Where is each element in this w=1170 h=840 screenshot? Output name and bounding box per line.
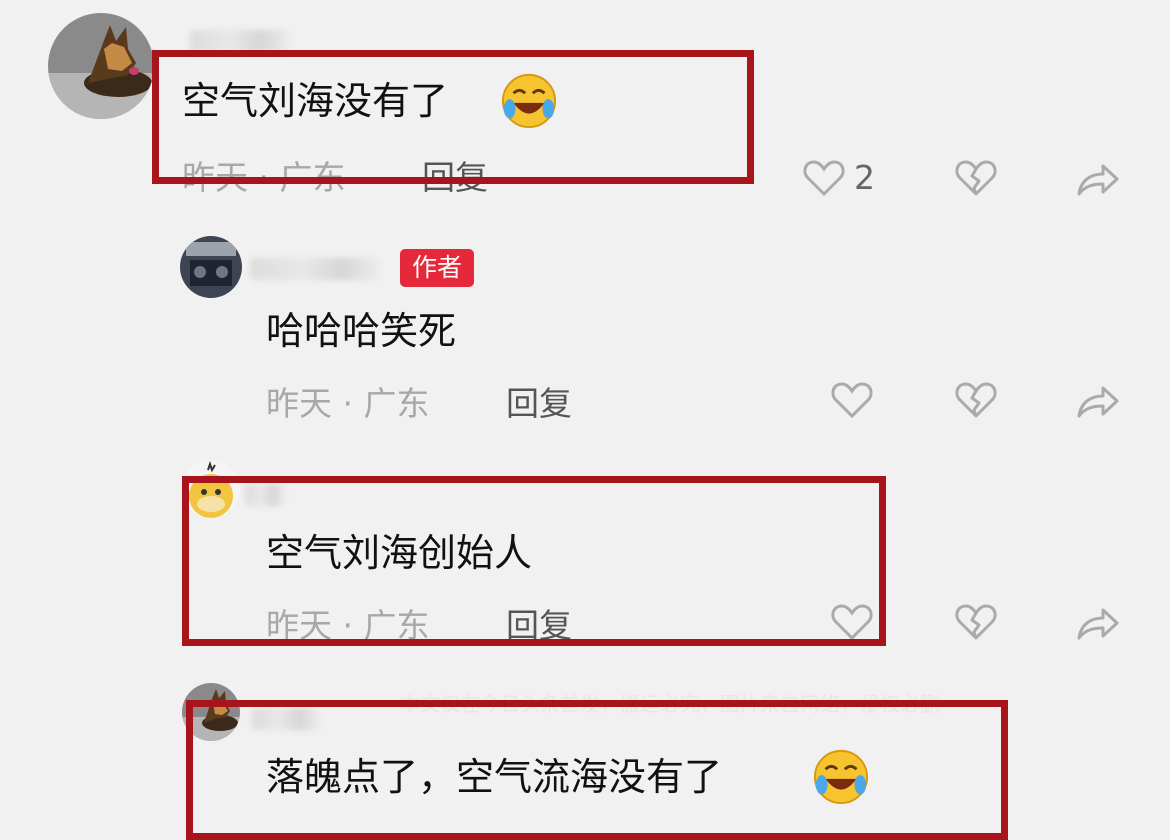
- highlight-box: [152, 50, 754, 184]
- author-badge: 作者: [400, 249, 475, 287]
- username-blurred[interactable]: [250, 258, 380, 280]
- reply-button[interactable]: 回复: [506, 384, 572, 424]
- broken-heart-icon[interactable]: [954, 380, 998, 420]
- comment-meta: 昨天 · 广东: [266, 384, 430, 423]
- like-count: 2: [854, 158, 875, 197]
- heart-icon[interactable]: [802, 158, 846, 198]
- highlight-box: [186, 700, 1008, 840]
- broken-heart-icon[interactable]: [954, 602, 998, 642]
- username-blurred[interactable]: [190, 30, 290, 52]
- broken-heart-icon[interactable]: [954, 158, 998, 198]
- highlight-box: [182, 476, 886, 646]
- avatar-dog[interactable]: [48, 13, 154, 119]
- comment-text: 哈哈哈笑死: [266, 309, 457, 353]
- share-icon[interactable]: [1075, 382, 1119, 422]
- share-icon[interactable]: [1075, 160, 1119, 200]
- avatar-author[interactable]: [180, 236, 242, 298]
- share-icon[interactable]: [1075, 604, 1119, 644]
- heart-icon[interactable]: [830, 380, 874, 420]
